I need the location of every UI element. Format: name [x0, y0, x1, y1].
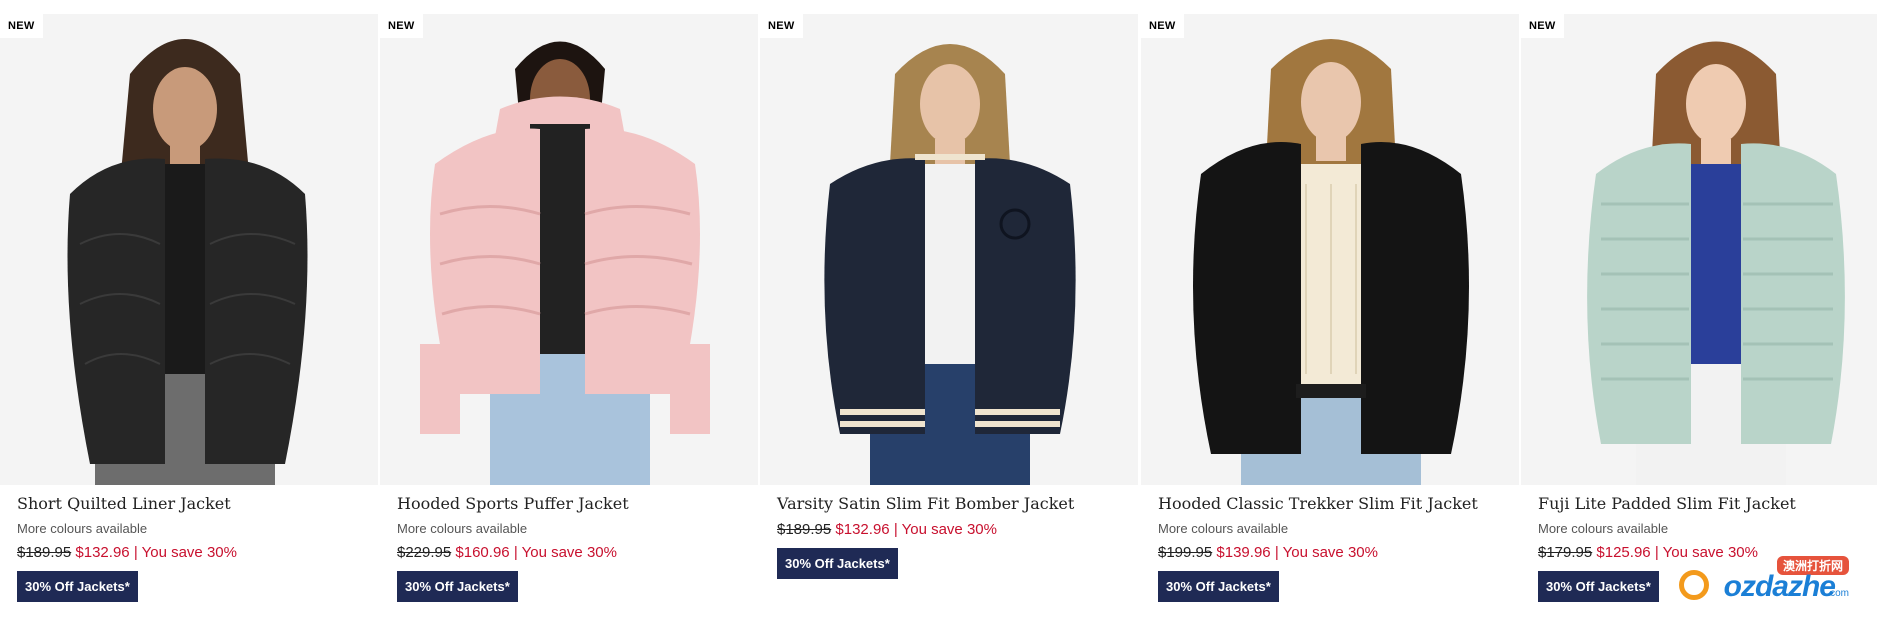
product-card[interactable]: NEW Hooded Sports Puffer Jacket More col…: [380, 0, 758, 618]
savings-text: | You save 30%: [513, 544, 617, 561]
product-info: Hooded Classic Trekker Slim Fit Jacket M…: [1158, 494, 1518, 602]
new-badge: NEW: [1141, 14, 1184, 38]
watermark-logo: 澳洲打折网 ozdazhe .com: [1679, 556, 1849, 604]
watermark-ring-icon: [1679, 570, 1709, 600]
promo-badge[interactable]: 30% Off Jackets*: [1538, 571, 1659, 602]
product-info: Varsity Satin Slim Fit Bomber Jacket $18…: [777, 494, 1137, 579]
original-price: $179.95: [1538, 544, 1593, 561]
product-name[interactable]: Varsity Satin Slim Fit Bomber Jacket: [777, 494, 1137, 513]
promo-badge[interactable]: 30% Off Jackets*: [397, 571, 518, 602]
new-badge: NEW: [0, 14, 43, 38]
savings-text: | You save 30%: [1274, 544, 1378, 561]
savings-text: | You save 30%: [893, 521, 997, 538]
sale-price: $132.96: [835, 521, 890, 538]
product-image[interactable]: [760, 14, 1138, 485]
price-line: $199.95 $139.96 | You save 30%: [1158, 544, 1518, 561]
promo-badge[interactable]: 30% Off Jackets*: [777, 548, 898, 579]
product-info: Hooded Sports Puffer Jacket More colours…: [397, 494, 757, 602]
original-price: $189.95: [17, 544, 72, 561]
product-image[interactable]: [1521, 14, 1877, 485]
product-card[interactable]: NEW Hooded Classic Trekker Slim Fit Jack…: [1141, 0, 1519, 618]
product-card[interactable]: NEW Varsity Satin Slim Fit Bomber Jacket…: [760, 0, 1138, 618]
sale-price: $139.96: [1216, 544, 1271, 561]
model-illustration: [0, 14, 378, 485]
product-info: Short Quilted Liner Jacket More colours …: [17, 494, 377, 602]
model-illustration: [1521, 14, 1877, 485]
sale-price: $125.96: [1596, 544, 1651, 561]
savings-text: | You save 30%: [133, 544, 237, 561]
original-price: $199.95: [1158, 544, 1213, 561]
new-badge: NEW: [380, 14, 423, 38]
watermark-domain-text: .com: [1827, 588, 1849, 599]
product-name[interactable]: Fuji Lite Padded Slim Fit Jacket: [1538, 494, 1877, 513]
promo-badge[interactable]: 30% Off Jackets*: [17, 571, 138, 602]
more-colours-text: More colours available: [397, 521, 528, 536]
original-price: $229.95: [397, 544, 452, 561]
product-name[interactable]: Hooded Sports Puffer Jacket: [397, 494, 757, 513]
new-badge: NEW: [1521, 14, 1564, 38]
product-card[interactable]: NEW Fuji Lite Padded Slim Fit Jacket Mor…: [1521, 0, 1877, 618]
model-illustration: [760, 14, 1138, 485]
model-illustration: [380, 14, 758, 485]
product-image[interactable]: [1141, 14, 1519, 485]
price-line: $189.95 $132.96 | You save 30%: [17, 544, 377, 561]
product-name[interactable]: Hooded Classic Trekker Slim Fit Jacket: [1158, 494, 1518, 513]
more-colours-text: More colours available: [1158, 521, 1289, 536]
watermark-main-text: ozdazhe: [1723, 570, 1836, 603]
original-price: $189.95: [777, 521, 832, 538]
product-grid: NEW Short Quilted Liner Jacket More colo…: [0, 0, 1877, 618]
new-badge: NEW: [760, 14, 803, 38]
model-illustration: [1141, 14, 1519, 485]
product-card[interactable]: NEW Short Quilted Liner Jacket More colo…: [0, 0, 378, 618]
sale-price: $160.96: [455, 544, 510, 561]
more-colours-text: More colours available: [1538, 521, 1669, 536]
product-image[interactable]: [0, 14, 378, 485]
promo-badge[interactable]: 30% Off Jackets*: [1158, 571, 1279, 602]
sale-price: $132.96: [75, 544, 130, 561]
product-name[interactable]: Short Quilted Liner Jacket: [17, 494, 377, 513]
price-line: $229.95 $160.96 | You save 30%: [397, 544, 757, 561]
price-line: $189.95 $132.96 | You save 30%: [777, 521, 1137, 538]
more-colours-text: More colours available: [17, 521, 148, 536]
product-image[interactable]: [380, 14, 758, 485]
